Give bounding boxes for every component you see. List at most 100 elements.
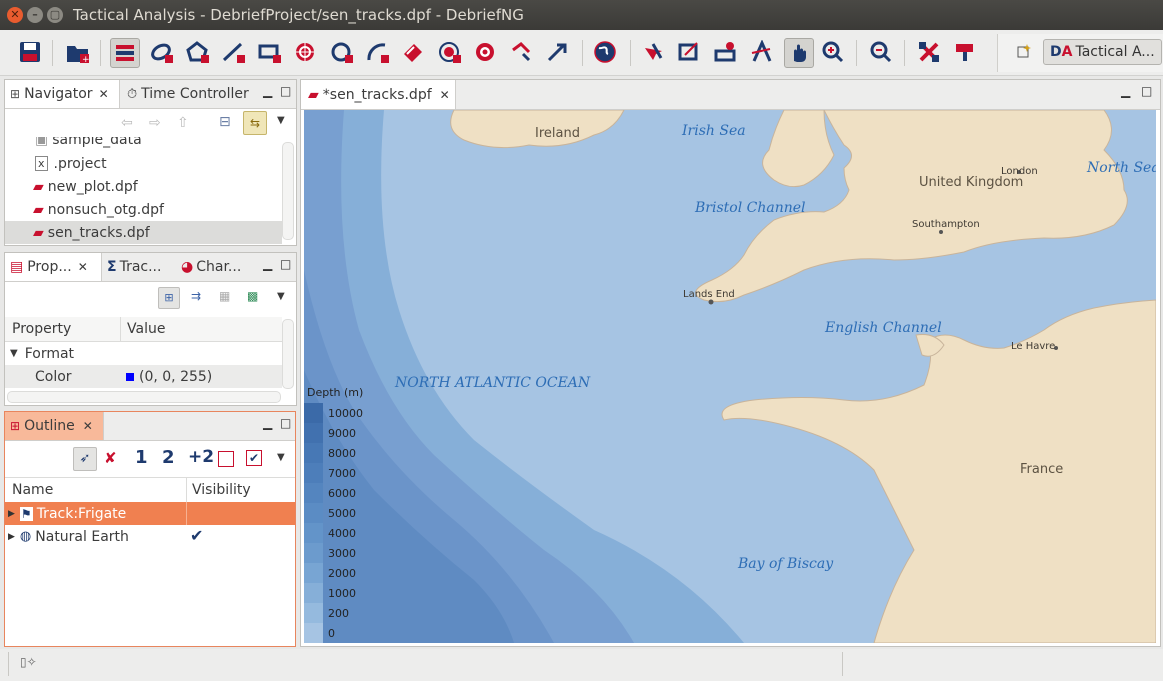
rectangle-icon[interactable]: [256, 38, 284, 66]
maximize-icon[interactable]: □: [1141, 84, 1152, 98]
legend-label: 8000: [328, 447, 356, 460]
property-value[interactable]: (0, 0, 255): [139, 369, 212, 385]
column-name[interactable]: Name: [12, 482, 53, 498]
expand-icon[interactable]: ▶: [8, 532, 15, 542]
snail-icon[interactable]: [712, 38, 740, 66]
minimize-icon[interactable]: ▁: [263, 84, 272, 98]
globe-icon[interactable]: [592, 38, 620, 66]
arc-icon[interactable]: [364, 38, 392, 66]
map-label-bay-of-biscay: Bay of Biscay: [738, 556, 834, 572]
view-menu-icon[interactable]: ▼: [277, 115, 285, 126]
tab-properties[interactable]: ▤ Prop... ✕: [5, 253, 102, 281]
zoom-out-icon[interactable]: [868, 38, 896, 66]
maximize-icon[interactable]: □: [280, 257, 291, 271]
tab-time-controller[interactable]: ⏱ Time Controller: [123, 80, 255, 108]
collapse-all-icon[interactable]: ⊟: [219, 114, 231, 130]
minimize-icon[interactable]: ▁: [263, 416, 272, 430]
tree-item[interactable]: ▣ sample_data: [5, 137, 282, 151]
close-tab-icon[interactable]: ✕: [440, 88, 450, 102]
tab-tracks[interactable]: Σ Trac...: [105, 253, 177, 281]
maximize-window-button[interactable]: ▢: [47, 7, 63, 23]
minimize-window-button[interactable]: –: [27, 7, 43, 23]
range-rings-icon[interactable]: [292, 38, 320, 66]
tree-item[interactable]: ▰ new_plot.dpf: [5, 175, 282, 198]
outline-row-track-frigate[interactable]: ▶ ⚑ Track:Frigate: [5, 502, 295, 525]
close-tab-icon[interactable]: ✕: [78, 260, 88, 274]
outline-panel: ⊞ Outline ✕ ▁ □ ➶ ✘ 1 2 +2 ✔ ▼ Name Visi…: [4, 411, 296, 647]
set-primary-icon[interactable]: 1: [135, 447, 148, 468]
polygon-icon[interactable]: [184, 38, 212, 66]
close-window-button[interactable]: ✕: [7, 7, 23, 23]
navigator-scrollbar[interactable]: [282, 142, 294, 240]
ellipse-icon[interactable]: [148, 38, 176, 66]
tab-sen-tracks[interactable]: ▰ *sen_tracks.dpf ✕: [301, 80, 456, 109]
advanced-icon[interactable]: ⇉: [191, 289, 201, 303]
tree-item[interactable]: ▰ nonsuch_otg.dpf: [5, 198, 282, 221]
column-visibility[interactable]: Visibility: [192, 482, 251, 498]
maximize-icon[interactable]: □: [280, 416, 291, 430]
legend-swatch: [304, 403, 323, 423]
up-icon[interactable]: ⇧: [177, 115, 189, 131]
view-menu-icon[interactable]: ▼: [277, 452, 285, 463]
line-icon[interactable]: [220, 38, 248, 66]
checked-icon[interactable]: ✔: [246, 450, 262, 466]
pin-icon[interactable]: ▩: [247, 289, 258, 303]
open-icon[interactable]: +: [64, 38, 92, 66]
set-secondary-icon[interactable]: 2: [162, 447, 175, 468]
perspective-tactical-analysis-button[interactable]: DA Tactical A...: [1043, 39, 1162, 65]
tab-outline[interactable]: ⊞ Outline ✕: [5, 412, 104, 440]
unchecked-icon[interactable]: [218, 451, 234, 467]
outline-row-natural-earth[interactable]: ▶ ◍ Natural Earth ✔: [5, 525, 295, 548]
navigator-panel: ⊞ Navigator ✕ ⏱ Time Controller ▁ □ ⇦ ⇨ …: [4, 79, 297, 246]
forward-icon[interactable]: ⇨: [149, 115, 161, 131]
layers-icon[interactable]: [110, 38, 140, 68]
tab-charts[interactable]: ◕ Char...: [181, 253, 253, 281]
property-row-color[interactable]: Color (0, 0, 255): [5, 365, 282, 388]
close-tab-icon[interactable]: ✕: [99, 87, 109, 101]
view-menu-icon[interactable]: ▼: [277, 291, 285, 302]
property-row-format[interactable]: ▼ Format: [5, 342, 282, 365]
tree-item[interactable]: x .project: [5, 152, 282, 175]
legend-swatch: [304, 483, 323, 503]
open-perspective-icon[interactable]: [1016, 43, 1032, 63]
map-canvas[interactable]: Ireland United Kingdom France Irish Sea …: [304, 110, 1156, 643]
fit-icon[interactable]: [916, 38, 944, 66]
add-secondary-icon[interactable]: +2: [188, 447, 214, 467]
column-property[interactable]: Property: [12, 321, 71, 337]
categories-icon[interactable]: ⊞: [158, 287, 180, 309]
column-value[interactable]: Value: [127, 321, 165, 337]
select-icon[interactable]: [640, 38, 668, 66]
pan-icon[interactable]: [784, 38, 814, 68]
select-mode-icon[interactable]: ➶: [73, 447, 97, 471]
label-icon[interactable]: [400, 38, 428, 66]
legend-swatch: [304, 523, 323, 543]
expand-icon[interactable]: ▶: [8, 509, 15, 519]
link-editor-icon[interactable]: ⇆: [243, 111, 267, 135]
circle-icon[interactable]: [328, 38, 356, 66]
minimize-icon[interactable]: ▁: [263, 257, 272, 271]
tree-item-selected[interactable]: ▰ sen_tracks.dpf: [5, 221, 282, 244]
vector-icon[interactable]: [508, 38, 536, 66]
paint-icon[interactable]: [952, 38, 980, 66]
expand-icon[interactable]: ▼: [10, 348, 18, 359]
close-tab-icon[interactable]: ✕: [83, 419, 93, 433]
save-icon[interactable]: [16, 38, 44, 66]
properties-hscrollbar[interactable]: [7, 391, 281, 403]
minimize-icon[interactable]: ▁: [1121, 84, 1130, 98]
arrow-icon[interactable]: [544, 38, 572, 66]
legend-entry: 200: [304, 603, 374, 623]
back-icon[interactable]: ⇦: [121, 115, 133, 131]
tab-navigator[interactable]: ⊞ Navigator ✕: [5, 80, 120, 108]
defaults-icon[interactable]: ▦: [219, 289, 230, 303]
hide-all-icon[interactable]: ✘: [104, 449, 117, 467]
target-icon[interactable]: [436, 38, 464, 66]
measure-icon[interactable]: [748, 38, 776, 66]
zoom-in-icon[interactable]: [820, 38, 848, 66]
zoom-box-icon[interactable]: [676, 38, 704, 66]
maximize-icon[interactable]: □: [280, 84, 291, 98]
visibility-check-icon[interactable]: ✔: [190, 526, 203, 545]
fast-view-icon[interactable]: ▯✧: [20, 655, 37, 669]
properties-vscrollbar[interactable]: [282, 319, 294, 389]
bullseye-icon[interactable]: [472, 38, 500, 66]
outline-row-label: Natural Earth: [35, 528, 129, 545]
